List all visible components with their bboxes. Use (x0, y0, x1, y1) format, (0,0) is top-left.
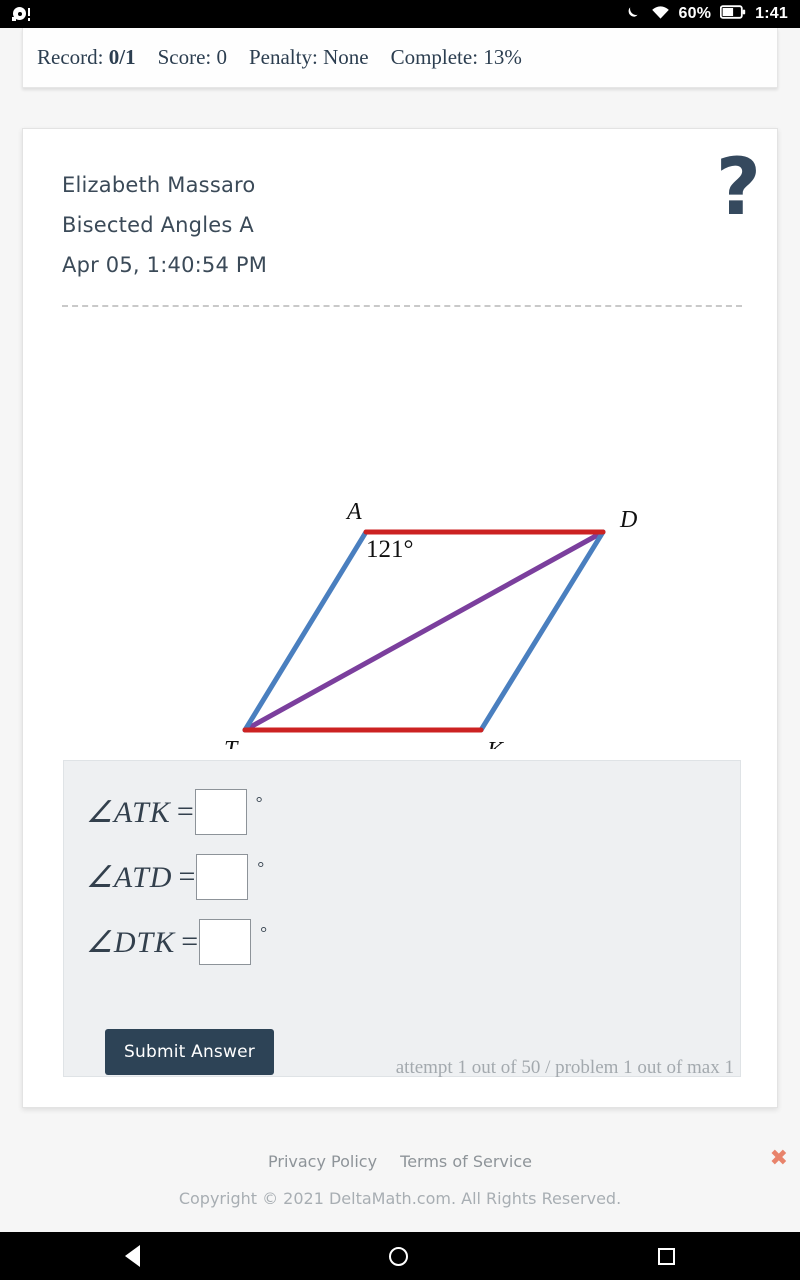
answer-row-2: ∠ATD = ° (86, 854, 264, 900)
progress-info-bar: Record: 0/1 Score: 0 Penalty: None Compl… (22, 28, 778, 88)
record-label: Record: (37, 45, 104, 69)
answer-panel: ∠ATK = ° ∠ATD = ° ∠DTK = ° Submit Answer… (63, 760, 741, 1078)
android-status-bar: 60% 1:41 (0, 0, 800, 28)
page-body: Record: 0/1 Score: 0 Penalty: None Compl… (0, 28, 800, 1232)
edge-DK (478, 529, 606, 733)
complete-value: 13% (483, 45, 522, 69)
answer-row-1: ∠ATK = ° (86, 789, 263, 835)
moon-icon (624, 3, 642, 26)
privacy-policy-link[interactable]: Privacy Policy (268, 1152, 377, 1171)
submit-answer-button[interactable]: Submit Answer (105, 1029, 274, 1075)
problem-header: Elizabeth Massaro Bisected Angles A Apr … (62, 165, 742, 285)
angle-measure-label: 121° (366, 536, 414, 563)
degree-symbol-1: ° (255, 793, 263, 812)
status-bar-right: 60% 1:41 (624, 3, 788, 26)
vertex-label-A: A (345, 499, 362, 525)
record-value: 0/1 (108, 45, 136, 69)
problem-card: Elizabeth Massaro Bisected Angles A Apr … (22, 128, 778, 1108)
android-nav-bar (0, 1232, 800, 1280)
record-group: Record: 0/1 (37, 45, 136, 70)
edge-AT (242, 529, 369, 733)
student-name: Elizabeth Massaro (62, 173, 256, 197)
problem-timestamp: Apr 05, 1:40:54 PM (62, 253, 268, 277)
back-triangle-icon[interactable] (124, 1245, 140, 1267)
vertex-label-K: K (486, 738, 505, 749)
geometry-figure: A D T K 121° (62, 329, 742, 749)
clock-label: 1:41 (755, 5, 788, 22)
page-footer: Privacy Policy Terms of Service Copyrigh… (0, 1108, 800, 1232)
answer-row-3: ∠DTK = ° (86, 919, 267, 965)
battery-percent-label: 60% (678, 5, 712, 22)
equals-sign-3: = (181, 925, 199, 958)
complete-group: Complete: 13% (391, 45, 522, 70)
score-group: Score: 0 (158, 45, 227, 70)
footer-links: Privacy Policy Terms of Service (0, 1152, 800, 1171)
angle-label-dtk: ∠DTK (86, 925, 176, 959)
status-bar-left (12, 5, 30, 23)
header-divider (62, 305, 742, 307)
attempt-status-text: attempt 1 out of 50 / problem 1 out of m… (395, 1057, 734, 1078)
wifi-icon (651, 4, 670, 25)
angle-label-atk: ∠ATK (86, 795, 171, 829)
vertex-label-D: D (619, 507, 637, 533)
assignment-title: Bisected Angles A (62, 213, 254, 237)
close-x-icon[interactable]: ✖ (770, 1148, 788, 1170)
degree-symbol-2: ° (257, 858, 265, 877)
penalty-group: Penalty: None (249, 45, 369, 70)
copyright-text: Copyright © 2021 DeltaMath.com. All Righ… (178, 1189, 622, 1208)
parallelogram-svg: A D T K 121° (224, 499, 637, 749)
screen-root: 60% 1:41 Record: 0/1 Score: 0 Penalty: N… (0, 0, 800, 1280)
angle-label-atd: ∠ATD (86, 860, 173, 894)
terms-of-service-link[interactable]: Terms of Service (400, 1152, 532, 1171)
home-circle-icon[interactable] (389, 1246, 409, 1266)
vertex-label-T: T (224, 737, 239, 749)
degree-symbol-3: ° (260, 923, 267, 942)
edge-TD-diagonal (242, 529, 606, 733)
angle-atd-input[interactable] (196, 854, 249, 900)
question-mark-icon[interactable]: ? (716, 149, 761, 227)
score-label: Score: (157, 45, 212, 69)
recents-square-icon[interactable] (658, 1247, 676, 1265)
penalty-value: None (323, 45, 369, 69)
complete-label: Complete: (390, 45, 479, 69)
penalty-label: Penalty: (248, 45, 318, 69)
equals-sign-1: = (176, 795, 194, 828)
angle-dtk-input[interactable] (199, 919, 252, 965)
alarm-alert-icon (12, 5, 30, 23)
angle-atk-input[interactable] (194, 789, 247, 835)
battery-icon (720, 4, 746, 24)
score-value: 0 (216, 45, 227, 69)
equals-sign-2: = (178, 860, 196, 893)
